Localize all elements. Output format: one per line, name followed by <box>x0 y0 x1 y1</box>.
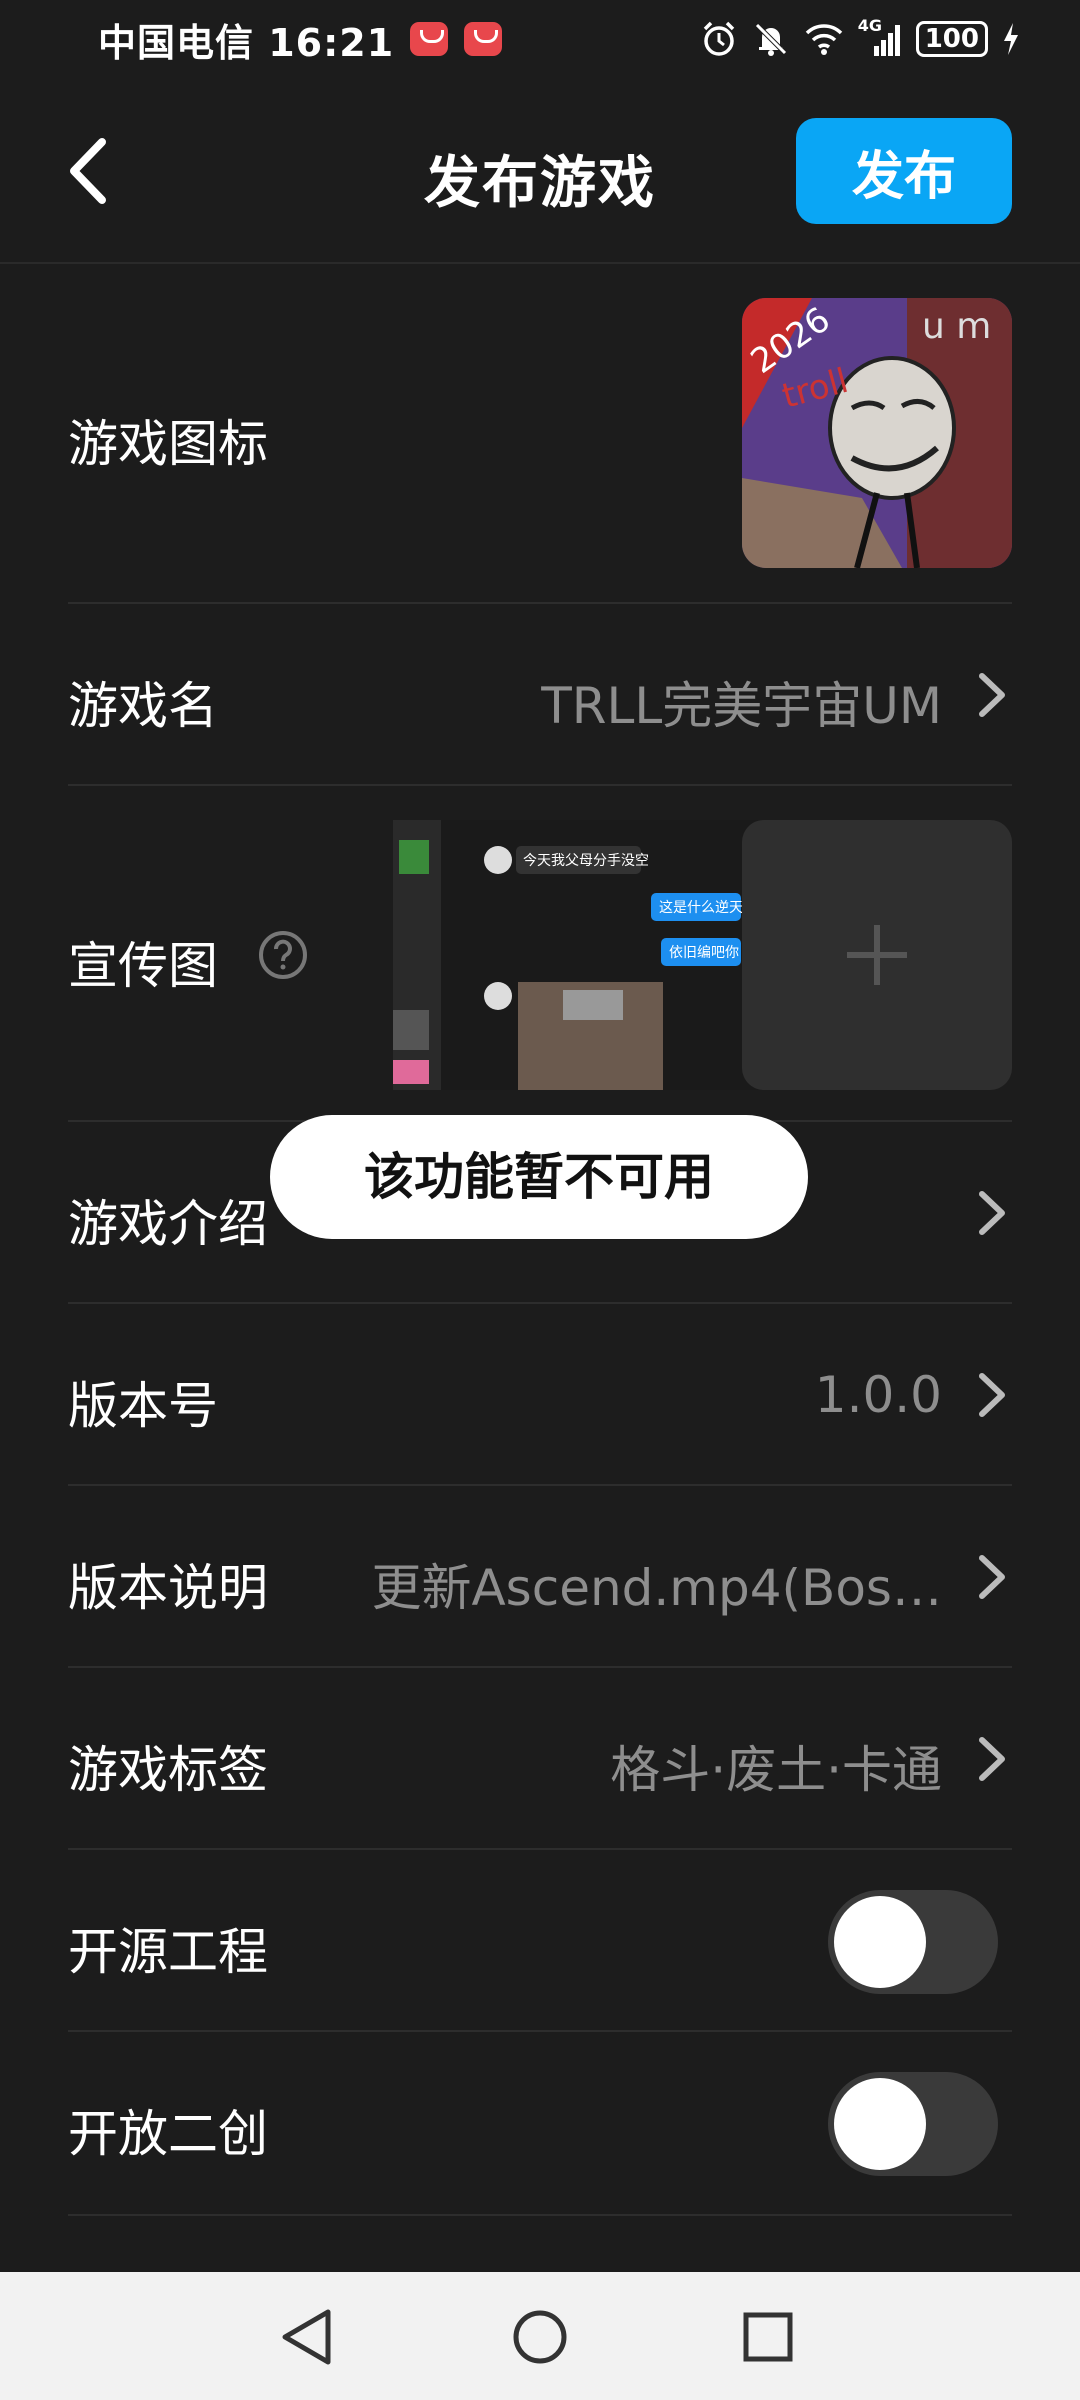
game-name-value: TRLL完美宇宙UM <box>541 677 942 735</box>
open-derivative-row: 开放二创 <box>68 2032 1012 2216</box>
game-icon-row[interactable]: 游戏图标 2026 u m troll <box>68 264 1012 604</box>
chevron-right-icon <box>979 1191 1005 1235</box>
open-derivative-toggle[interactable] <box>828 2072 998 2176</box>
game-tags-label: 游戏标签 <box>68 1741 268 1799</box>
game-name-label: 游戏名 <box>68 677 218 735</box>
game-name-row[interactable]: 游戏名 TRLL完美宇宙UM <box>68 604 1012 786</box>
chevron-right-icon <box>979 1737 1005 1781</box>
status-right: 4G 100 <box>700 16 1020 58</box>
game-icon-image[interactable]: 2026 u m troll <box>742 298 1012 568</box>
icon-lettering-um: u m <box>922 306 991 347</box>
toast-message: 该功能暂不可用 <box>270 1115 808 1239</box>
signal-icon: 4G <box>858 16 902 58</box>
promo-image-row: 宣传图 今天我父母分手没空 这是什么逆天 依旧编吧你 <box>68 786 1012 1122</box>
game-tags-value: 格斗·废土·卡通 <box>610 1741 942 1799</box>
version-row[interactable]: 版本号 1.0.0 <box>68 1304 1012 1486</box>
status-bar: 中国电信 16:21 4G 100 <box>0 0 1080 78</box>
game-intro-label: 游戏介绍 <box>68 1195 268 1253</box>
wifi-icon <box>805 24 842 55</box>
system-nav-bar <box>0 2272 1080 2400</box>
nav-back-icon[interactable] <box>273 2302 343 2372</box>
version-label: 版本号 <box>68 1377 218 1435</box>
shopping-app-icon <box>410 22 449 56</box>
version-notes-label: 版本说明 <box>68 1559 268 1617</box>
status-left: 中国电信 16:21 <box>98 12 503 67</box>
battery-indicator: 100 <box>915 21 988 57</box>
nav-home-icon[interactable] <box>505 2302 575 2372</box>
open-source-row: 开源工程 <box>68 1850 1012 2032</box>
charging-icon <box>1004 23 1018 55</box>
game-icon-label: 游戏图标 <box>68 415 268 473</box>
version-notes-row[interactable]: 版本说明 更新Ascend.mp4(Bos… <box>68 1486 1012 1668</box>
promo-chat-msg-1: 今天我父母分手没空 <box>523 853 649 869</box>
header: 发布游戏 发布 <box>0 78 1080 264</box>
carrier-time: 中国电信 16:21 <box>98 20 395 65</box>
mute-bell-icon <box>754 23 787 56</box>
chevron-right-icon <box>979 673 1005 717</box>
add-promo-image-button[interactable] <box>742 820 1012 1090</box>
shopping-app-icon-2 <box>464 22 503 56</box>
version-notes-value: 更新Ascend.mp4(Bos… <box>371 1559 942 1617</box>
open-source-toggle[interactable] <box>828 1890 998 1994</box>
open-derivative-label: 开放二创 <box>68 2105 268 2163</box>
help-icon[interactable] <box>258 930 308 980</box>
promo-image-label: 宣传图 <box>68 937 218 995</box>
publish-button[interactable]: 发布 <box>796 118 1012 224</box>
plus-icon <box>847 925 907 985</box>
game-tags-row[interactable]: 游戏标签 格斗·废土·卡通 <box>68 1668 1012 1850</box>
toggle-knob <box>834 2078 926 2170</box>
promo-chat-msg-2: 这是什么逆天 <box>659 899 743 916</box>
nav-recents-icon[interactable] <box>733 2302 803 2372</box>
toggle-knob <box>834 1896 926 1988</box>
promo-screenshot[interactable]: 今天我父母分手没空 这是什么逆天 依旧编吧你 <box>393 820 788 1090</box>
open-source-label: 开源工程 <box>68 1923 268 1981</box>
chevron-right-icon <box>979 1373 1005 1417</box>
promo-chat-msg-3: 依旧编吧你 <box>669 945 739 961</box>
version-value: 1.0.0 <box>814 1366 942 1424</box>
chevron-right-icon <box>979 1555 1005 1599</box>
alarm-icon <box>703 21 734 56</box>
